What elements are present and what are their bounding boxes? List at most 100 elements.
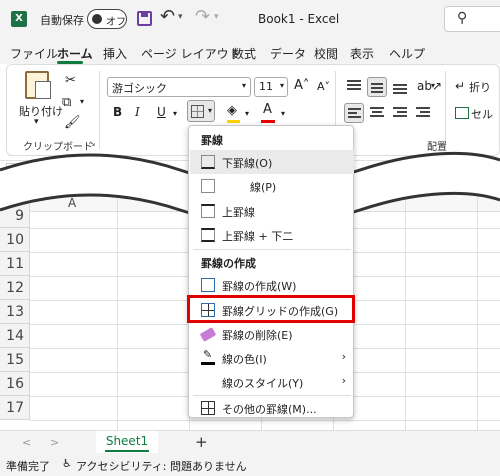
undo-dropdown-icon[interactable]: ▾ [178, 12, 183, 22]
autosave-toggle[interactable]: オフ [87, 9, 127, 29]
menu-item-line-style[interactable]: 線のスタイル(Y) › [190, 370, 354, 394]
paste-icon[interactable] [25, 71, 51, 99]
accessibility-icon[interactable]: ♿ [62, 457, 72, 470]
clipboard-launcher-icon[interactable]: ↘ [89, 139, 96, 148]
font-name-select[interactable]: 游ゴシック ▾ [107, 77, 251, 97]
fill-color-dropdown-icon[interactable]: ▾ [245, 109, 249, 118]
row-header-12[interactable]: 12 [0, 276, 30, 300]
merge-cells-icon[interactable] [455, 107, 469, 119]
tab-review[interactable]: 校閲 [314, 45, 338, 62]
align-bottom-icon[interactable] [390, 77, 410, 97]
menu-item-erase-border[interactable]: 罫線の削除(E) [190, 322, 354, 346]
highlight-annotation [187, 295, 355, 323]
group-divider [99, 71, 100, 149]
menu-item-label: 下罫線(O) [222, 157, 273, 170]
autosave-label: 自動保存 [40, 14, 84, 27]
title-bar: X 自動保存 オフ ↶ ▾ ↷ ▾ Book1 - Excel ⚲ [0, 0, 500, 40]
active-sheet-indicator [105, 450, 149, 452]
copy-icon[interactable]: ⧉ [62, 95, 71, 110]
chevron-right-icon[interactable]: > [50, 436, 59, 449]
undo-icon[interactable]: ↶ [160, 6, 175, 27]
row-header-11[interactable]: 11 [0, 252, 30, 276]
menu-item-label: 線のスタイル(Y) [222, 377, 304, 390]
tab-formulas[interactable]: 数式 [232, 45, 256, 62]
row-header-15[interactable]: 15 [0, 348, 30, 372]
align-center-icon[interactable] [367, 103, 387, 123]
fill-color-icon[interactable]: ◈ [227, 103, 237, 118]
column-divider [405, 184, 406, 430]
paste-button-label[interactable]: 貼り付け [19, 103, 63, 119]
orientation-icon[interactable]: ab↗ [417, 79, 442, 93]
line-color-icon: ✎ [201, 348, 215, 365]
tab-page-layout[interactable]: ページ レイアウト [141, 45, 241, 62]
toggle-knob [92, 14, 102, 24]
tab-data[interactable]: データ [270, 45, 306, 62]
menu-item-more-borders[interactable]: その他の罫線(M)... [190, 396, 354, 420]
font-size-value: 11 [259, 80, 273, 93]
status-ready: 準備完了 [6, 460, 50, 473]
draw-border-icon [201, 278, 215, 292]
redo-dropdown-icon[interactable]: ▾ [214, 12, 219, 22]
font-size-select[interactable]: 11 ▾ [254, 77, 288, 97]
toggle-state-label: オフ [106, 17, 126, 28]
tab-view[interactable]: 表示 [350, 45, 374, 62]
paste-dropdown-icon[interactable]: ▾ [34, 117, 39, 127]
decrease-indent-icon[interactable] [413, 103, 433, 123]
menu-item-top-border[interactable]: 上罫線 [190, 199, 354, 223]
align-left-icon[interactable] [344, 103, 364, 123]
row-header-10[interactable]: 10 [0, 228, 30, 252]
orientation-dropdown-icon[interactable]: ▾ [431, 81, 435, 90]
border-icon [201, 179, 215, 193]
menu-item-bottom-border[interactable]: 下罫線(O) [190, 150, 354, 174]
underline-dropdown-icon[interactable]: ▾ [173, 109, 177, 118]
row-header-16[interactable]: 16 [0, 372, 30, 396]
merge-cells-label[interactable]: セル [471, 106, 493, 122]
align-middle-icon[interactable] [367, 77, 387, 97]
menu-item-label: 罫線の削除(E) [222, 329, 293, 342]
accessibility-status[interactable]: アクセシビリティ: 問題ありません [76, 458, 247, 474]
search-icon: ⚲ [457, 10, 468, 26]
chevron-left-icon[interactable]: < [22, 436, 31, 449]
menu-item-border[interactable]: 線(P) [190, 174, 354, 198]
menu-separator [193, 249, 351, 250]
menu-item-line-color[interactable]: ✎ 線の色(I) › [190, 346, 354, 370]
bold-button[interactable]: B [113, 105, 122, 119]
redo-icon[interactable]: ↷ [195, 6, 210, 27]
increase-font-size-icon[interactable]: A˄ [294, 78, 309, 93]
tab-insert[interactable]: 挿入 [103, 45, 127, 62]
menu-item-draw-border[interactable]: 罫線の作成(W) [190, 273, 354, 297]
chevron-down-icon: ▾ [241, 81, 246, 90]
top-double-bottom-border-icon [201, 228, 215, 242]
borders-button[interactable]: ▾ [187, 100, 215, 122]
underline-button[interactable]: U [157, 105, 166, 119]
italic-button[interactable]: I [135, 105, 140, 119]
cut-icon[interactable]: ✂ [65, 73, 76, 88]
tab-home[interactable]: ホーム [57, 45, 93, 62]
font-name-value: 游ゴシック [112, 82, 167, 95]
format-painter-icon[interactable]: 🖌 [64, 115, 81, 130]
menu-section-draw-borders: 罫線の作成 [201, 257, 256, 270]
wrap-text-label[interactable]: 折り [469, 79, 491, 95]
wrap-text-icon[interactable]: ↵ [455, 79, 465, 93]
add-sheet-button[interactable]: + [195, 433, 208, 451]
decrease-font-size-icon[interactable]: A˅ [317, 80, 330, 93]
menu-item-label: 線(P) [250, 181, 277, 194]
copy-dropdown-icon[interactable]: ▾ [80, 97, 84, 106]
save-icon[interactable] [137, 11, 152, 26]
menu-item-label: 上罫線 [222, 206, 255, 219]
chevron-right-icon: › [341, 350, 346, 363]
row-header-14[interactable]: 14 [0, 324, 30, 348]
font-color-icon[interactable]: A [263, 102, 272, 117]
row-header-17[interactable]: 17 [0, 396, 30, 420]
align-right-icon[interactable] [390, 103, 410, 123]
align-top-icon[interactable] [344, 77, 364, 97]
tab-file[interactable]: ファイル [10, 45, 58, 62]
font-color-dropdown-icon[interactable]: ▾ [281, 109, 285, 118]
menu-item-top-double-bottom-border[interactable]: 上罫線 + 下二 [190, 223, 354, 247]
tab-help[interactable]: ヘルプ [389, 45, 425, 62]
status-bar: 準備完了 ♿ アクセシビリティ: 問題ありません [0, 454, 500, 476]
search-box[interactable]: ⚲ [444, 6, 500, 32]
row-header-13[interactable]: 13 [0, 300, 30, 324]
borders-dropdown-menu: 罫線 下罫線(O) 線(P) 上罫線 上罫線 + 下二 罫線の作成 罫線の作成(… [188, 125, 354, 418]
sheet-tab-label: Sheet1 [105, 434, 149, 448]
